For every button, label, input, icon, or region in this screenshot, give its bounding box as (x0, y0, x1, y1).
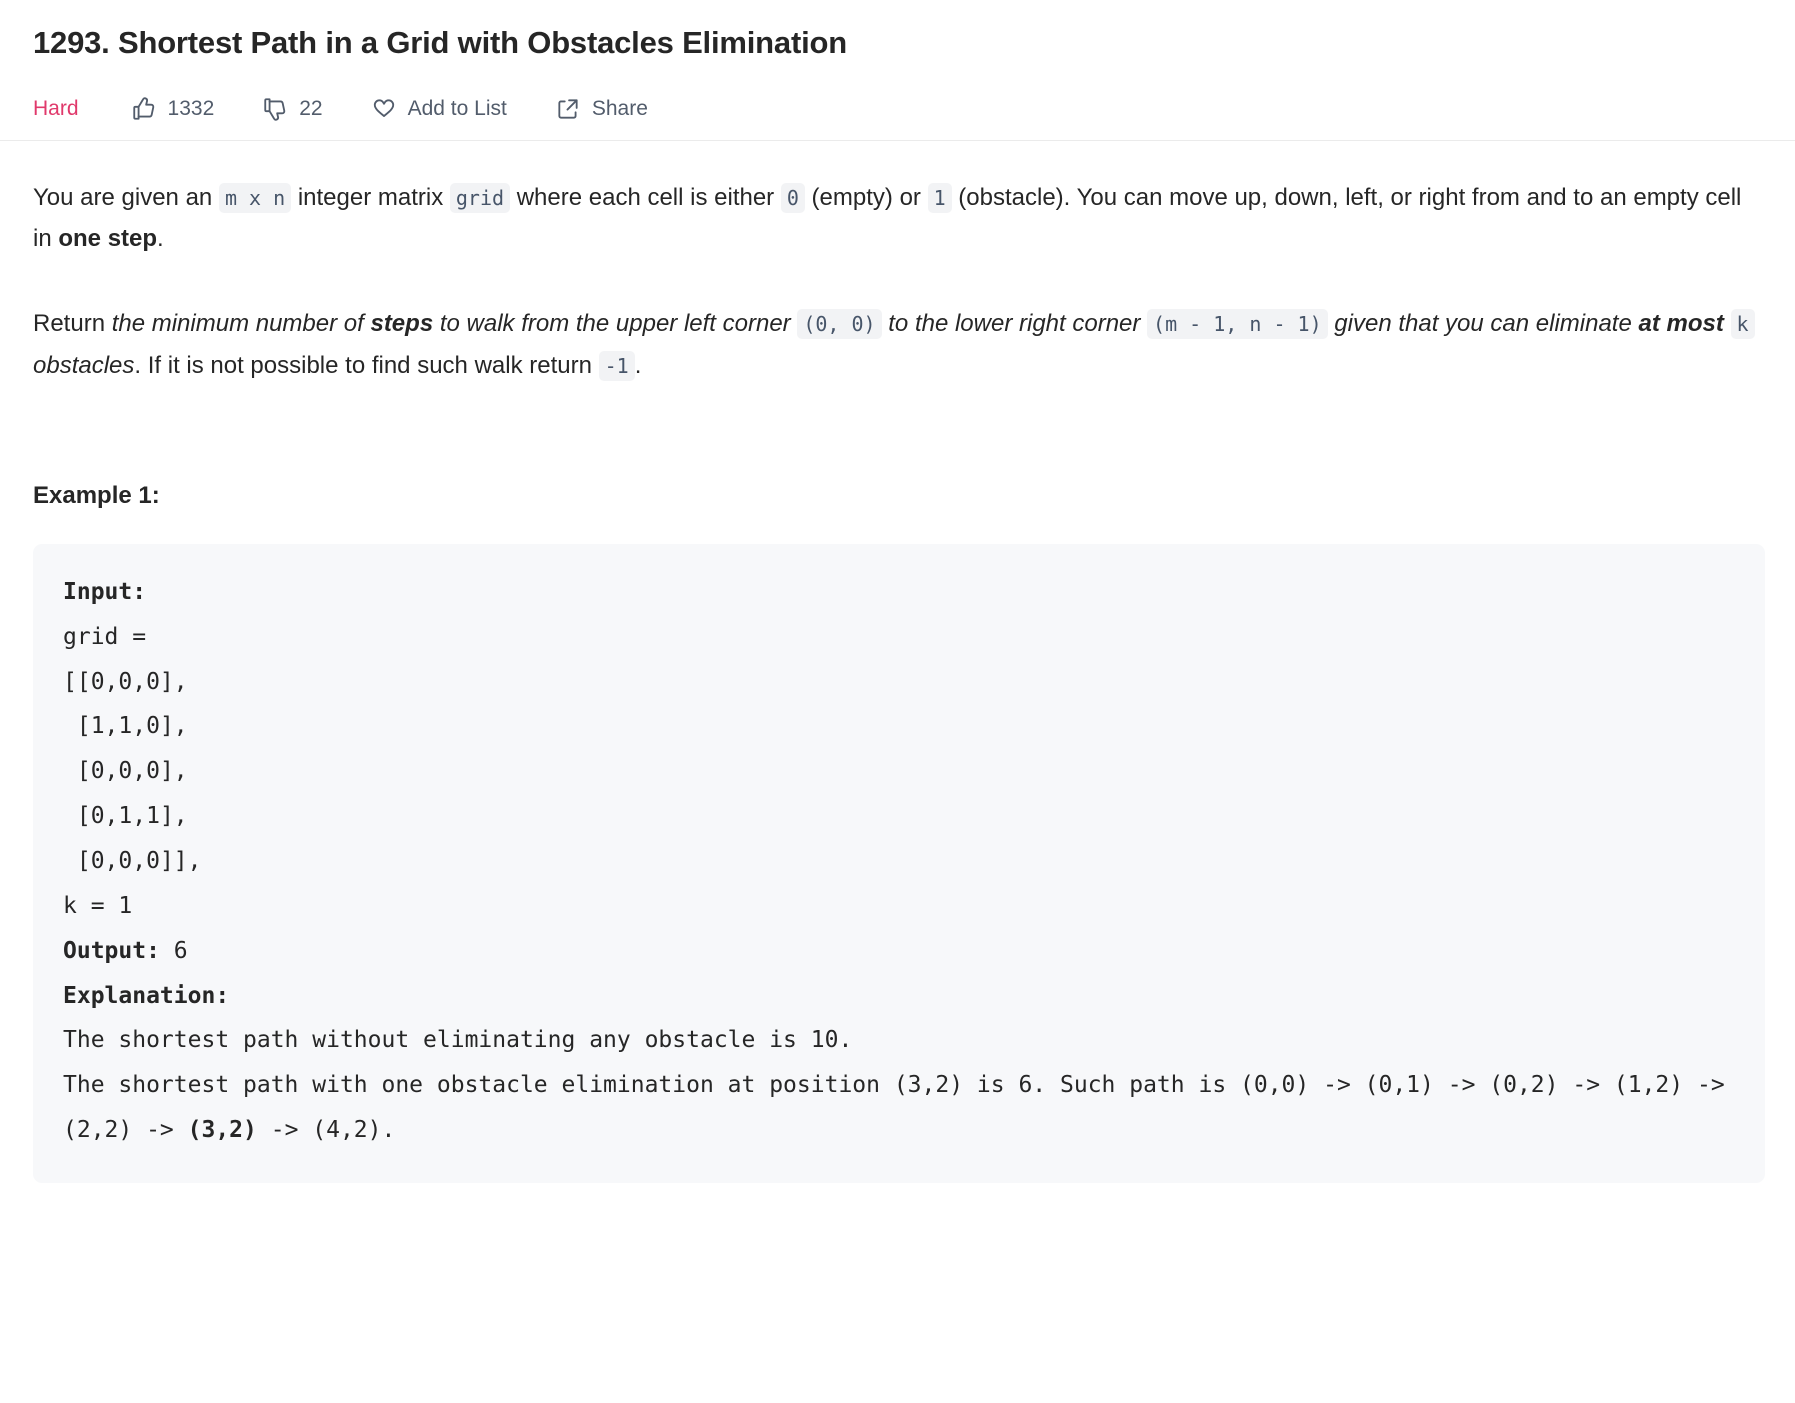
desc-text: (empty) or (804, 183, 928, 211)
problem-meta-bar: Hard 1332 22 Add to List Share (33, 78, 1765, 140)
example-heading: Example 1: (33, 481, 160, 509)
explanation-line-1: The shortest path without eliminating an… (63, 1027, 853, 1054)
explanation-label: Explanation: (63, 982, 230, 1009)
desc-bold-one-step: one step (58, 225, 158, 253)
add-to-list-label: Add to List (407, 96, 507, 120)
code-one: 1 (927, 182, 952, 213)
desc-italic: to the lower right corner (881, 310, 1148, 338)
desc-text: . (634, 351, 642, 379)
desc-italic: given that you can eliminate (1327, 310, 1639, 338)
difficulty-badge: Hard (33, 96, 79, 120)
input-line-5: [0,0,0]], (63, 847, 202, 874)
explanation-bold-coord: (3,2) (187, 1117, 257, 1144)
input-line-4: [0,1,1], (63, 803, 188, 830)
share-label: Share (591, 96, 648, 120)
heart-icon (371, 96, 397, 122)
example-code-block: Input: grid = [[0,0,0], [1,1,0], [0,0,0],… (33, 543, 1765, 1183)
code-target-coord: (m - 1, n - 1) (1147, 309, 1328, 340)
desc-italic: obstacles (33, 351, 135, 379)
desc-bold-steps: steps (370, 310, 434, 338)
thumbs-down-icon (262, 96, 288, 122)
input-label: Input: (63, 578, 147, 605)
desc-italic (1724, 310, 1731, 337)
code-origin-coord: (0, 0) (797, 309, 882, 340)
code-zero: 0 (780, 182, 805, 213)
desc-text: You are given an (33, 183, 219, 211)
share-icon (555, 96, 581, 122)
code-negative-one: -1 (598, 350, 635, 381)
input-line-3: [0,0,0], (63, 758, 188, 785)
problem-header: 1293. Shortest Path in a Grid with Obsta… (0, 0, 1795, 140)
desc-text: where each cell is either (510, 183, 781, 211)
description-paragraph-2: Return the minimum number of steps to wa… (33, 303, 1765, 386)
like-button[interactable]: 1332 (131, 96, 215, 122)
desc-text: integer matrix (291, 183, 450, 211)
add-to-list-button[interactable]: Add to List (371, 96, 507, 122)
like-count: 1332 (167, 96, 215, 120)
explanation-line-2: The shortest path with one obstacle elim… (63, 1063, 1735, 1153)
description-paragraph-1: You are given an m x n integer matrix gr… (33, 177, 1765, 260)
output-value: 6 (159, 937, 188, 964)
output-row: Output: 6 (63, 929, 1735, 974)
output-label: Output: (63, 937, 160, 964)
code-grid: grid (449, 182, 511, 213)
desc-text: Return (33, 310, 112, 338)
input-line-0: grid = (63, 623, 160, 650)
input-line-1: [[0,0,0], (63, 668, 188, 695)
share-button[interactable]: Share (555, 96, 648, 122)
code-m-x-n: m x n (218, 182, 292, 213)
thumbs-up-icon (131, 96, 157, 122)
desc-text: . (157, 225, 164, 253)
dislike-count: 22 (299, 96, 323, 120)
desc-italic: the minimum number of (111, 310, 371, 338)
explanation-text-end: -> (4,2). (256, 1117, 396, 1144)
code-k: k (1730, 309, 1755, 340)
input-line-6: k = 1 (63, 892, 133, 919)
desc-text: . If it is not possible to find such wal… (134, 351, 599, 379)
dislike-button[interactable]: 22 (262, 96, 323, 122)
page-title: 1293. Shortest Path in a Grid with Obsta… (33, 25, 847, 60)
input-line-2: [1,1,0], (63, 713, 188, 740)
header-divider (0, 139, 1795, 141)
desc-italic: to walk from the upper left corner (433, 310, 798, 338)
desc-bold-at-most: at most (1638, 310, 1724, 338)
problem-content: You are given an m x n integer matrix gr… (0, 177, 1795, 1183)
